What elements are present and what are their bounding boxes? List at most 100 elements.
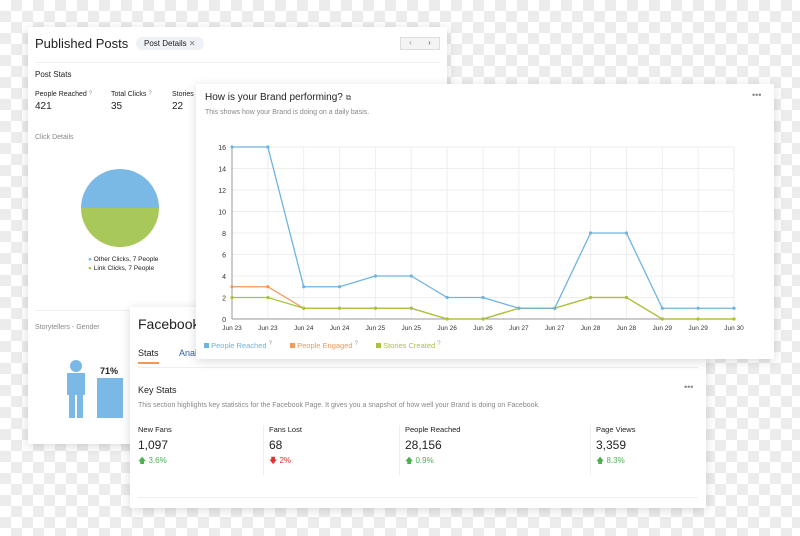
- data-point: [337, 285, 342, 289]
- x-tick-label: Jun 27: [509, 325, 529, 332]
- y-tick-label: 16: [218, 145, 226, 152]
- help-icon: ?: [268, 341, 272, 347]
- y-tick-label: 2: [222, 296, 226, 303]
- facebook-title: Facebook: [138, 316, 200, 332]
- key-stat-change: 🡇 2%: [269, 456, 292, 465]
- data-point: [373, 306, 378, 310]
- arrow-up-icon: 🡅: [138, 456, 147, 465]
- arrow-down-icon: 🡇: [269, 456, 278, 465]
- legend-other-clicks: Other Clicks, 7 People: [93, 256, 159, 263]
- stat-total-clicks: Total Clicks ? 35: [111, 91, 152, 112]
- legend-item[interactable]: Stories Created ?: [376, 341, 441, 350]
- data-point: [660, 317, 664, 321]
- key-stat-change: 🡅 3.6%: [138, 456, 167, 465]
- close-icon[interactable]: ✕: [189, 39, 196, 48]
- key-stat-value: 1,097: [138, 438, 169, 452]
- data-point: [373, 274, 378, 278]
- legend-swatch: [376, 343, 381, 348]
- y-tick-label: 4: [222, 274, 226, 281]
- data-point: [696, 317, 700, 321]
- data-point: [588, 231, 593, 235]
- key-stat-change: 🡅 8.3%: [596, 456, 625, 465]
- data-point: [266, 285, 270, 289]
- x-tick-label: Jun 24: [330, 325, 350, 332]
- key-stat: Page Views 3,359 🡅 8.3%: [596, 425, 635, 469]
- chip-label: Post Details: [144, 39, 187, 48]
- y-tick-label: 14: [218, 167, 226, 174]
- page-title: Published Posts: [35, 36, 129, 51]
- stat-stories: Stories 22: [172, 91, 194, 112]
- click-details-label: Click Details: [35, 134, 74, 141]
- key-stat-value: 68: [269, 438, 283, 452]
- y-tick-label: 6: [222, 253, 226, 260]
- gender-title: Storytellers - Gender: [35, 324, 100, 331]
- line-chart: 0 2 4 6 8 10 12 14 16 Jun 23 Jun 23 Jun 24 Jun 24 Jun…: [218, 145, 744, 332]
- key-stat-value: 28,156: [405, 438, 442, 452]
- y-tick-label: 0: [222, 317, 226, 324]
- stat-people-reached: People Reached ? 421: [35, 91, 93, 112]
- legend-swatch: [204, 343, 209, 348]
- legend-item[interactable]: People Reached ?: [204, 341, 272, 350]
- tab-stats[interactable]: Stats: [138, 348, 159, 364]
- data-point: [445, 295, 449, 300]
- arrow-up-icon: 🡅: [596, 456, 605, 465]
- data-point: [230, 145, 234, 149]
- pie-legend: ● Other Clicks, 7 People ● Link Clicks, …: [88, 256, 159, 272]
- x-tick-label: Jun 26: [437, 325, 457, 332]
- legend-item[interactable]: People Engaged ?: [290, 341, 358, 350]
- legend-swatch: [290, 343, 295, 348]
- x-tick-label: Jun 28: [617, 325, 637, 332]
- person-icon: [67, 360, 85, 418]
- x-tick-label: Jun 25: [366, 325, 386, 332]
- click-pie-chart: [81, 169, 159, 247]
- pie-slice-link-clicks: [81, 208, 159, 247]
- gender-bar: [97, 378, 123, 418]
- brand-performance-card: How is your Brand performing? ⧉ ••• This…: [196, 84, 774, 359]
- more-icon[interactable]: •••: [684, 382, 693, 392]
- data-point: [266, 145, 270, 149]
- key-stat-label: Page Views: [596, 425, 636, 434]
- x-tick-label: Jun 25: [402, 325, 422, 332]
- key-stat-value: 3,359: [596, 438, 627, 452]
- x-tick-label: Jun 29: [653, 325, 673, 332]
- key-stat: Fans Lost 68 🡇 2%: [269, 425, 302, 469]
- next-button[interactable]: ›: [420, 38, 439, 49]
- help-icon: ?: [437, 341, 441, 347]
- chart-legend: People Reached ? People Engaged ? Storie…: [204, 341, 441, 350]
- data-point: [624, 295, 629, 300]
- data-point: [732, 317, 736, 321]
- data-point: [302, 285, 306, 289]
- legend-link-clicks: Link Clicks, 7 People: [93, 265, 155, 272]
- key-stats-description: This section highlights key statistics f…: [138, 402, 540, 409]
- post-details-chip[interactable]: Post Details ✕: [136, 37, 204, 50]
- data-point: [660, 306, 664, 310]
- x-tick-label: Jun 30: [724, 325, 744, 332]
- data-point: [445, 317, 449, 321]
- x-tick-label: Jun 23: [258, 325, 278, 332]
- data-point: [696, 306, 700, 310]
- data-point: [588, 295, 593, 300]
- key-stats-heading: Key Stats: [138, 385, 177, 395]
- data-point: [230, 295, 234, 300]
- data-point: [337, 306, 342, 310]
- x-tick-label: Jun 26: [473, 325, 493, 332]
- x-tick-label: Jun 23: [222, 325, 242, 332]
- y-tick-label: 12: [218, 188, 226, 195]
- pager: ‹ ›: [400, 37, 440, 50]
- data-point: [481, 295, 485, 300]
- key-stat-change: 🡅 0.9%: [405, 456, 434, 465]
- x-tick-label: Jun 28: [581, 325, 601, 332]
- key-stat-label: People Reached: [405, 425, 461, 434]
- key-stat-label: New Fans: [138, 425, 172, 434]
- key-stat-label: Fans Lost: [269, 425, 302, 434]
- y-tick-label: 10: [218, 210, 226, 217]
- y-tick-label: 8: [222, 231, 226, 238]
- prev-button[interactable]: ‹: [401, 38, 420, 49]
- data-point: [409, 274, 413, 278]
- data-point: [266, 295, 270, 300]
- pie-slice-other-clicks: [81, 169, 159, 208]
- data-point: [517, 306, 521, 310]
- key-stat: People Reached 28,156 🡅 0.9%: [405, 425, 460, 469]
- arrow-up-icon: 🡅: [405, 456, 414, 465]
- data-point: [624, 231, 629, 235]
